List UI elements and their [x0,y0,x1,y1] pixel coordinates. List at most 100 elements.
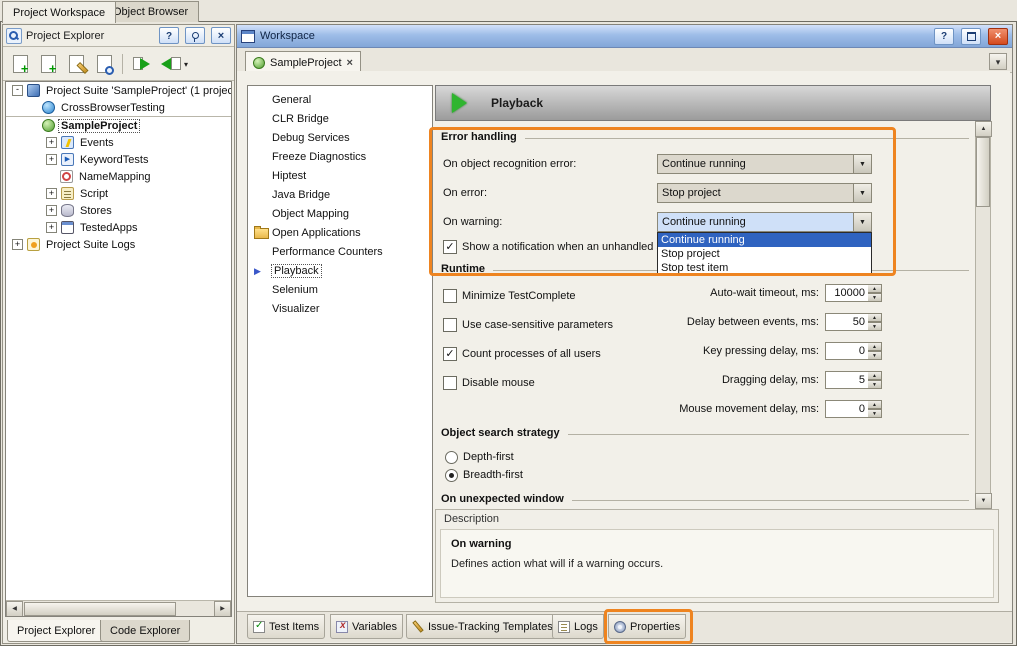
export-button[interactable] [156,51,182,77]
category-hiptest[interactable]: Hiptest [248,166,432,185]
category-freeze-diagnostics[interactable]: Freeze Diagnostics [248,147,432,166]
depth-first-radio[interactable] [445,451,458,464]
category-clr-bridge[interactable]: CLR Bridge [248,109,432,128]
expand-icon[interactable] [46,188,57,199]
dragging-delay-spinner[interactable] [868,371,882,389]
category-visualizer[interactable]: Visualizer [248,299,432,318]
tab-issue-tracking-templates[interactable]: Issue-Tracking Templates [406,614,559,639]
document-list-dropdown[interactable] [989,53,1007,70]
tab-code-explorer[interactable]: Code Explorer [100,620,190,642]
scroll-right-button[interactable] [214,601,231,617]
tree-item-crossbrowsertesting[interactable]: CrossBrowserTesting [6,99,231,117]
pin-button[interactable] [185,27,205,44]
dropdown-option-stop-project[interactable]: Stop project [658,247,871,261]
scrollbar-thumb[interactable] [976,137,990,207]
vertical-scrollbar[interactable] [975,121,991,509]
expand-icon[interactable] [46,205,57,216]
breadth-first-radio[interactable] [445,469,458,482]
tree-item-sampleproject[interactable]: SampleProject [6,117,231,134]
disable-mouse-checkbox[interactable] [443,376,457,390]
spin-up-icon[interactable] [868,400,882,409]
add-project-suite-button[interactable] [7,51,33,77]
key-pressing-delay-input[interactable]: 0 [825,342,869,360]
spin-down-icon[interactable] [868,293,882,302]
auto-wait-timeout-spinner[interactable] [868,284,882,302]
tree-item-stores[interactable]: Stores [6,202,231,219]
expand-icon[interactable] [12,239,23,250]
count-processes-checkbox[interactable] [443,347,457,361]
expand-icon[interactable] [46,137,57,148]
tree-item-project-suite-logs[interactable]: Project Suite Logs [6,236,231,253]
category-java-bridge[interactable]: Java Bridge [248,185,432,204]
scroll-down-button[interactable] [975,493,992,509]
tab-project-explorer[interactable]: Project Explorer [7,620,105,642]
tree-item-project-suite[interactable]: Project Suite 'SampleProject' (1 project… [6,82,231,99]
collapse-icon[interactable] [12,85,23,96]
tree-item-namemapping[interactable]: NameMapping [6,168,231,185]
case-sensitive-parameters-checkbox[interactable] [443,318,457,332]
spin-down-icon[interactable] [868,351,882,360]
toolbar-overflow-button[interactable] [184,58,188,70]
dropdown-option-continue-running[interactable]: Continue running [658,233,871,247]
tab-variables[interactable]: Variables [330,614,403,639]
expand-icon[interactable] [46,222,57,233]
tree-item-events[interactable]: Events [6,134,231,151]
close-tab-icon[interactable] [347,57,353,69]
minimize-testcomplete-checkbox[interactable] [443,289,457,303]
expand-icon[interactable] [46,154,57,165]
tree-item-script[interactable]: Script [6,185,231,202]
spin-up-icon[interactable] [868,313,882,322]
scrollbar-thumb[interactable] [24,602,176,616]
help-button[interactable] [934,28,954,45]
dropdown-arrow-icon[interactable] [853,184,871,202]
spin-up-icon[interactable] [868,284,882,293]
spin-down-icon[interactable] [868,409,882,418]
horizontal-scrollbar[interactable] [6,600,231,616]
on-object-recognition-error-select[interactable]: Continue running [657,154,872,174]
category-playback[interactable]: Playback [248,261,432,280]
dropdown-option-stop-test-item[interactable]: Stop test item [658,261,871,275]
category-performance-counters[interactable]: Performance Counters [248,242,432,261]
scroll-up-button[interactable] [975,121,992,137]
tab-logs[interactable]: Logs [552,614,604,639]
tab-test-items[interactable]: Test Items [247,614,325,639]
on-warning-dropdown-list[interactable]: Continue running Stop project Stop test … [657,232,872,276]
spin-up-icon[interactable] [868,371,882,380]
tab-object-browser[interactable]: Object Browser [102,1,199,22]
workspace-titlebar[interactable]: Workspace [237,25,1012,48]
spin-up-icon[interactable] [868,342,882,351]
on-warning-select[interactable]: Continue running [657,212,872,232]
add-project-button[interactable] [35,51,61,77]
category-object-mapping[interactable]: Object Mapping [248,204,432,223]
category-open-applications[interactable]: Open Applications [248,223,432,242]
edit-item-button[interactable] [63,51,89,77]
help-button[interactable] [159,27,179,44]
tab-sampleproject-document[interactable]: SampleProject [245,51,361,73]
tree-item-keywordtests[interactable]: KeywordTests [6,151,231,168]
category-selenium[interactable]: Selenium [248,280,432,299]
category-general[interactable]: General [248,90,432,109]
delay-between-events-input[interactable]: 50 [825,313,869,331]
find-in-explorer-button[interactable] [91,51,117,77]
auto-wait-timeout-input[interactable]: 10000 [825,284,869,302]
notification-checkbox[interactable] [443,240,457,254]
on-error-select[interactable]: Stop project [657,183,872,203]
spin-down-icon[interactable] [868,322,882,331]
close-panel-button[interactable] [211,27,231,44]
maximize-button[interactable] [961,28,981,45]
dropdown-arrow-icon[interactable] [853,155,871,173]
delay-between-events-spinner[interactable] [868,313,882,331]
key-pressing-delay-spinner[interactable] [868,342,882,360]
category-debug-services[interactable]: Debug Services [248,128,432,147]
mouse-movement-delay-input[interactable]: 0 [825,400,869,418]
tab-properties[interactable]: Properties [608,614,686,639]
tab-project-workspace[interactable]: Project Workspace [2,1,116,23]
dropdown-arrow-icon[interactable] [853,213,871,231]
import-button[interactable] [128,51,154,77]
mouse-movement-delay-spinner[interactable] [868,400,882,418]
tree-item-testedapps[interactable]: TestedApps [6,219,231,236]
close-button[interactable] [988,28,1008,45]
spin-down-icon[interactable] [868,380,882,389]
scroll-left-button[interactable] [6,601,23,617]
dragging-delay-input[interactable]: 5 [825,371,869,389]
